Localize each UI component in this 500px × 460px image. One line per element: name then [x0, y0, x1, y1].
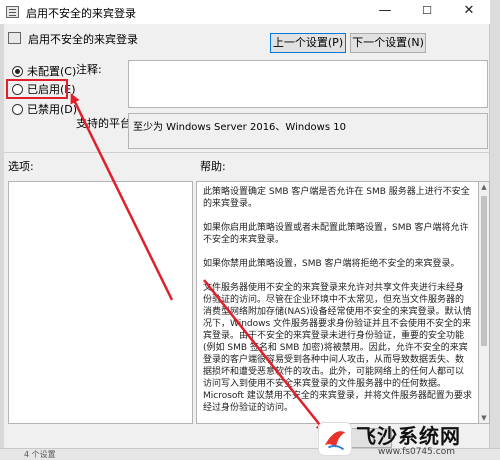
- watermark-text: 飞沙系统网: [356, 424, 461, 448]
- arrow-to-ok-button: [203, 279, 326, 433]
- annotation-arrows: [70, 93, 326, 433]
- site-watermark: 飞沙系统网 www.fs0745.com: [318, 416, 498, 460]
- watermark-logo-icon: [318, 422, 352, 456]
- watermark-url: www.fs0745.com: [378, 447, 455, 457]
- arrow-to-enabled: [70, 93, 174, 301]
